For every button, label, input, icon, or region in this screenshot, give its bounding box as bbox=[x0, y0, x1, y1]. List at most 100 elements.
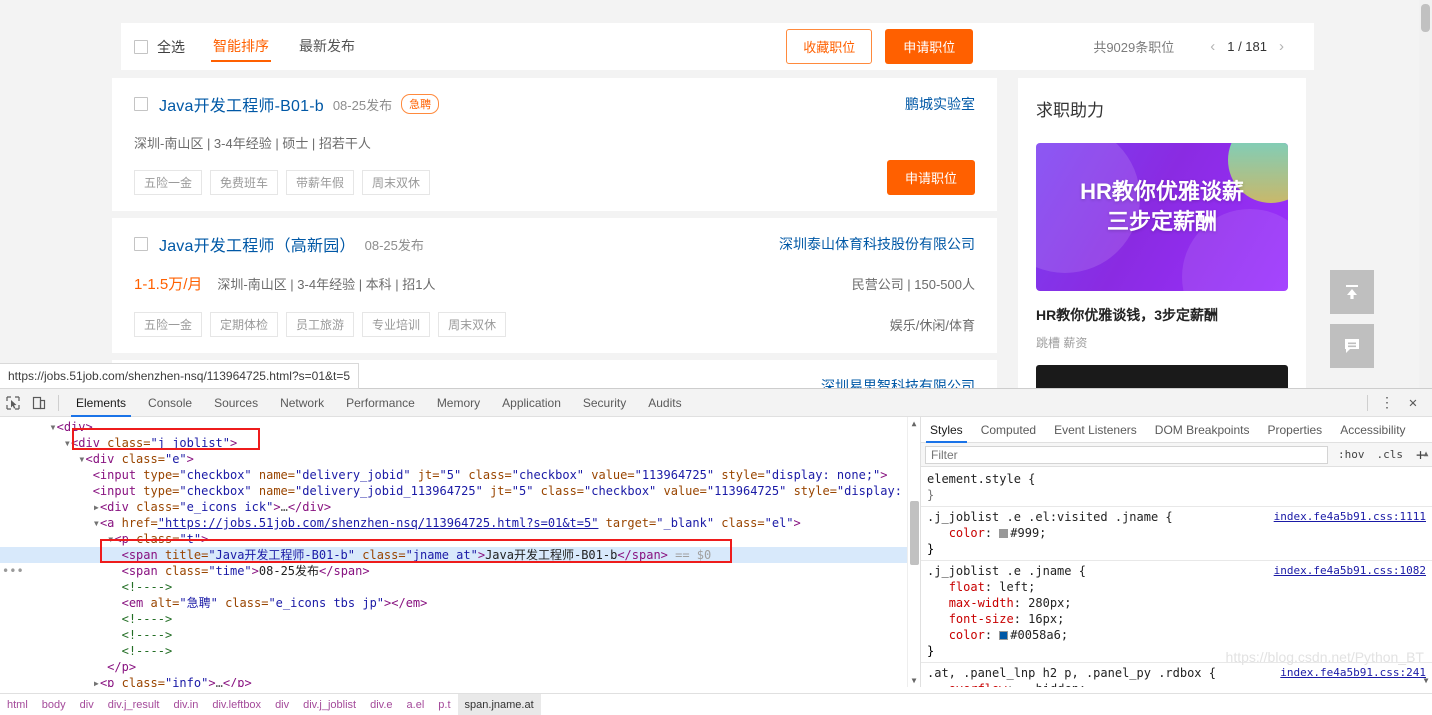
next-page-icon[interactable]: › bbox=[1267, 38, 1296, 55]
dom-node[interactable]: <!----> bbox=[0, 643, 920, 659]
breadcrumb-item[interactable]: div.in bbox=[166, 694, 205, 715]
tab-newest[interactable]: 最新发布 bbox=[297, 23, 357, 70]
devtools-tab-application[interactable]: Application bbox=[491, 389, 572, 417]
dom-node[interactable]: ▾<p class="t"> bbox=[0, 531, 920, 547]
dom-node[interactable]: <!----> bbox=[0, 611, 920, 627]
css-declaration[interactable]: font-size: 16px; bbox=[927, 611, 1432, 627]
css-selector[interactable]: .at, .panel_lnp h2 p, .panel_py .rdbox { bbox=[927, 666, 1216, 680]
breadcrumb-item[interactable]: a.el bbox=[400, 694, 432, 715]
css-source-link[interactable]: index.fe4a5b91.css:1111 bbox=[1274, 509, 1426, 525]
dom-node[interactable]: <em alt="急聘" class="e_icons tbs jp"></em… bbox=[0, 595, 920, 611]
toggle-device-toolbar-icon[interactable] bbox=[26, 390, 52, 416]
job-card[interactable]: Java开发工程师（高新园） 08-25发布 深圳泰山体育科技股份有限公司 1-… bbox=[112, 218, 997, 353]
promo-heading[interactable]: HR教你优雅谈钱，3步定薪酬 bbox=[1036, 305, 1288, 325]
feedback-button[interactable] bbox=[1330, 324, 1374, 368]
devtools-tab-audits[interactable]: Audits bbox=[637, 389, 692, 417]
dom-node[interactable]: ▸<div class="e_icons ick">…</div> bbox=[0, 499, 920, 515]
dom-node[interactable]: ▾<div class="e"> bbox=[0, 451, 920, 467]
dom-node[interactable]: <!----> bbox=[0, 627, 920, 643]
dom-scrollbar-thumb[interactable] bbox=[910, 501, 919, 565]
devtools-tab-network[interactable]: Network bbox=[269, 389, 335, 417]
css-rule[interactable]: .at, .panel_lnp h2 p, .panel_py .rdbox {… bbox=[921, 663, 1432, 687]
devtools-tab-security[interactable]: Security bbox=[572, 389, 637, 417]
devtools-tab-sources[interactable]: Sources bbox=[203, 389, 269, 417]
breadcrumb-item[interactable]: div.j_result bbox=[101, 694, 167, 715]
css-source-link[interactable]: index.fe4a5b91.css:241 bbox=[1280, 665, 1426, 681]
devtools-tab-elements[interactable]: Elements bbox=[65, 389, 137, 417]
styles-scroll-up-icon[interactable]: ▲ bbox=[1420, 449, 1432, 458]
css-selector[interactable]: .j_joblist .e .el:visited .jname { bbox=[927, 510, 1173, 524]
element-classes-button[interactable]: .cls bbox=[1370, 448, 1409, 461]
dom-node[interactable]: <span class="time">08-25发布</span> bbox=[0, 563, 920, 579]
back-to-top-button[interactable] bbox=[1330, 270, 1374, 314]
page-scrollbar-thumb[interactable] bbox=[1421, 4, 1430, 32]
tab-smart-sort[interactable]: 智能排序 bbox=[211, 23, 271, 70]
scroll-down-icon[interactable]: ▼ bbox=[908, 674, 920, 687]
css-rule[interactable]: element.style {} bbox=[921, 469, 1432, 507]
styles-scroll-down-icon[interactable]: ▼ bbox=[1420, 676, 1432, 685]
breadcrumb-item[interactable]: div.e bbox=[363, 694, 399, 715]
total-jobs-count: 共9029条职位 bbox=[1093, 40, 1175, 55]
select-all-checkbox[interactable] bbox=[134, 39, 148, 54]
breadcrumb-item[interactable]: span.jname.at bbox=[457, 693, 541, 715]
page-scrollbar[interactable] bbox=[1419, 0, 1432, 392]
dom-node[interactable]: <input type="checkbox" name="delivery_jo… bbox=[0, 483, 920, 499]
dom-node[interactable]: ▾<div class="j_joblist"> bbox=[0, 435, 920, 451]
dom-node-selected[interactable]: <span title="Java开发工程师-B01-b" class="jna… bbox=[0, 547, 920, 563]
scroll-up-icon[interactable]: ▲ bbox=[908, 417, 920, 430]
css-selector[interactable]: .j_joblist .e .jname { bbox=[927, 564, 1086, 578]
styles-filter-input[interactable] bbox=[925, 445, 1328, 464]
devtools-tab-console[interactable]: Console bbox=[137, 389, 203, 417]
job-apply-button[interactable]: 申请职位 bbox=[886, 160, 975, 195]
job-card[interactable]: Java开发工程师-B01-b 08-25发布 急聘 鹏城实验室 深圳-南山区 … bbox=[112, 78, 997, 211]
devtools-tab-performance[interactable]: Performance bbox=[335, 389, 426, 417]
dom-node[interactable]: ▾<div> bbox=[0, 419, 920, 435]
css-declaration[interactable]: max-width: 280px; bbox=[927, 595, 1432, 611]
inspect-element-icon[interactable] bbox=[0, 390, 26, 416]
dom-node[interactable]: ▾<a href="https://jobs.51job.com/shenzhe… bbox=[0, 515, 920, 531]
job-title-link[interactable]: Java开发工程师-B01-b bbox=[159, 92, 324, 116]
devtools-tab-memory[interactable]: Memory bbox=[426, 389, 491, 417]
styles-tab-computed[interactable]: Computed bbox=[972, 417, 1045, 443]
close-devtools-icon[interactable]: ✕ bbox=[1400, 390, 1426, 416]
breadcrumb-item[interactable]: body bbox=[35, 694, 73, 715]
dom-node[interactable]: <!----> bbox=[0, 579, 920, 595]
favorite-jobs-button[interactable]: 收藏职位 bbox=[786, 29, 873, 64]
dom-tree[interactable]: ▾<div> ▾<div class="j_joblist"> ▾<div cl… bbox=[0, 417, 920, 687]
css-declaration[interactable]: color: #999; bbox=[927, 525, 1432, 541]
company-name-link[interactable]: 深圳泰山体育科技股份有限公司 bbox=[779, 234, 975, 254]
dom-node[interactable]: ▸<p class="info">…</p> bbox=[0, 675, 920, 687]
styles-tab-styles[interactable]: Styles bbox=[921, 417, 972, 443]
job-title-link[interactable]: Java开发工程师（高新园） bbox=[159, 232, 356, 256]
prev-page-icon[interactable]: ‹ bbox=[1198, 38, 1227, 55]
css-declaration[interactable]: overflow: ▸ hidden; bbox=[927, 681, 1432, 687]
dom-tree-scrollbar[interactable]: ▲ ▼ bbox=[907, 417, 920, 687]
styles-scrollbar[interactable]: ▲ ▼ bbox=[1420, 449, 1432, 687]
css-rules-list[interactable]: element.style {} .j_joblist .e .el:visite… bbox=[921, 467, 1432, 687]
css-source-link[interactable]: index.fe4a5b91.css:1082 bbox=[1274, 563, 1426, 579]
css-declaration[interactable]: float: left; bbox=[927, 579, 1432, 595]
breadcrumb-item[interactable]: div bbox=[73, 694, 101, 715]
css-rule[interactable]: .j_joblist .e .el:visited .jname { index.… bbox=[921, 507, 1432, 561]
company-name-link[interactable]: 鹏城实验室 bbox=[905, 94, 975, 114]
breadcrumb-item[interactable]: p.t bbox=[431, 694, 457, 715]
breadcrumb-item[interactable]: html bbox=[0, 694, 35, 715]
dom-node[interactable]: <input type="checkbox" name="delivery_jo… bbox=[0, 467, 920, 483]
promo-banner[interactable]: HR教你优雅谈薪 三步定薪酬 bbox=[1036, 143, 1288, 291]
css-selector[interactable]: element.style { bbox=[927, 472, 1035, 486]
more-options-icon[interactable]: ⋮ bbox=[1374, 390, 1400, 416]
styles-tab-event-listeners[interactable]: Event Listeners bbox=[1045, 417, 1146, 443]
styles-tab-properties[interactable]: Properties bbox=[1258, 417, 1331, 443]
breadcrumb-item[interactable]: div bbox=[268, 694, 296, 715]
breadcrumb-item[interactable]: div.leftbox bbox=[205, 694, 268, 715]
apply-jobs-button[interactable]: 申请职位 bbox=[885, 29, 974, 64]
dom-node[interactable]: </p> bbox=[0, 659, 920, 675]
styles-tab-accessibility[interactable]: Accessibility bbox=[1331, 417, 1414, 443]
styles-tab-dom-breakpoints[interactable]: DOM Breakpoints bbox=[1146, 417, 1259, 443]
breadcrumb-item[interactable]: div.j_joblist bbox=[296, 694, 363, 715]
job-select-checkbox[interactable] bbox=[134, 237, 148, 251]
job-select-checkbox[interactable] bbox=[134, 97, 148, 111]
css-rule[interactable]: .j_joblist .e .jname { index.fe4a5b91.css… bbox=[921, 561, 1432, 663]
hover-state-button[interactable]: :hov bbox=[1332, 448, 1371, 461]
css-declaration[interactable]: color: #0058a6; bbox=[927, 627, 1432, 643]
